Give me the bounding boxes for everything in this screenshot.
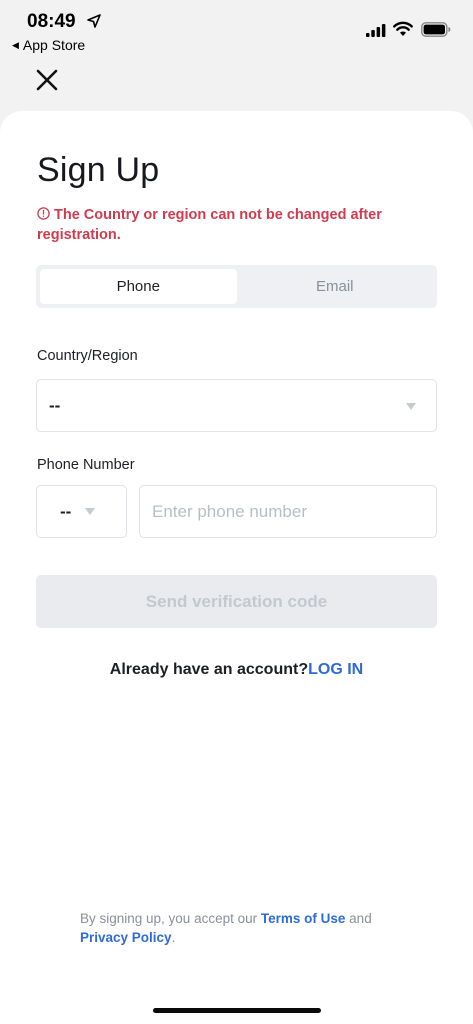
country-region-select[interactable]: -- (36, 379, 437, 432)
login-prompt: Already have an account?LOG IN (0, 661, 473, 679)
terms-prefix: By signing up, you accept our (80, 911, 258, 926)
country-region-label: Country/Region (37, 348, 138, 364)
back-triangle-icon: ◀ (12, 39, 19, 50)
close-icon (36, 69, 58, 91)
tab-email[interactable]: Email (237, 269, 434, 304)
country-region-value: -- (49, 395, 61, 415)
status-time: 08:49 (27, 11, 76, 32)
close-button[interactable] (33, 66, 61, 94)
warning-text: The Country or region can not be changed… (37, 207, 382, 243)
terms-suffix: . (171, 930, 176, 945)
send-verification-code-button[interactable]: Send verification code (36, 575, 437, 628)
terms-of-use-link[interactable]: Terms of Use (261, 911, 346, 926)
login-prompt-text: Already have an account? (109, 661, 309, 678)
info-circle-icon (37, 207, 50, 220)
back-to-app-store[interactable]: ◀ App Store (12, 37, 85, 53)
tab-phone[interactable]: Phone (40, 269, 237, 304)
phone-code-select[interactable]: -- (36, 485, 127, 538)
login-link[interactable]: LOG IN (308, 661, 363, 678)
privacy-policy-link[interactable]: Privacy Policy (80, 930, 172, 945)
status-bar: 08:49 ◀ App Store (0, 0, 473, 60)
phone-number-field[interactable] (139, 485, 437, 538)
cellular-signal-icon (366, 24, 386, 37)
back-app-label: App Store (22, 37, 86, 53)
phone-code-value: -- (60, 501, 72, 521)
signup-method-tabs: Phone Email (36, 265, 437, 308)
signup-card: Sign Up The Country or region can not be… (0, 111, 473, 1024)
battery-icon (421, 22, 451, 37)
terms-and: and (349, 911, 372, 926)
wifi-icon (393, 21, 413, 36)
home-indicator[interactable] (153, 1008, 321, 1013)
terms-notice: By signing up, you accept our Terms of U… (80, 909, 410, 947)
region-warning: The Country or region can not be changed… (37, 205, 437, 245)
phone-number-input[interactable] (152, 501, 424, 522)
page-title: Sign Up (37, 151, 160, 189)
phone-number-label: Phone Number (37, 457, 135, 473)
chevron-down-icon (406, 403, 416, 410)
location-arrow-icon (87, 14, 101, 28)
chevron-down-icon (85, 508, 95, 515)
